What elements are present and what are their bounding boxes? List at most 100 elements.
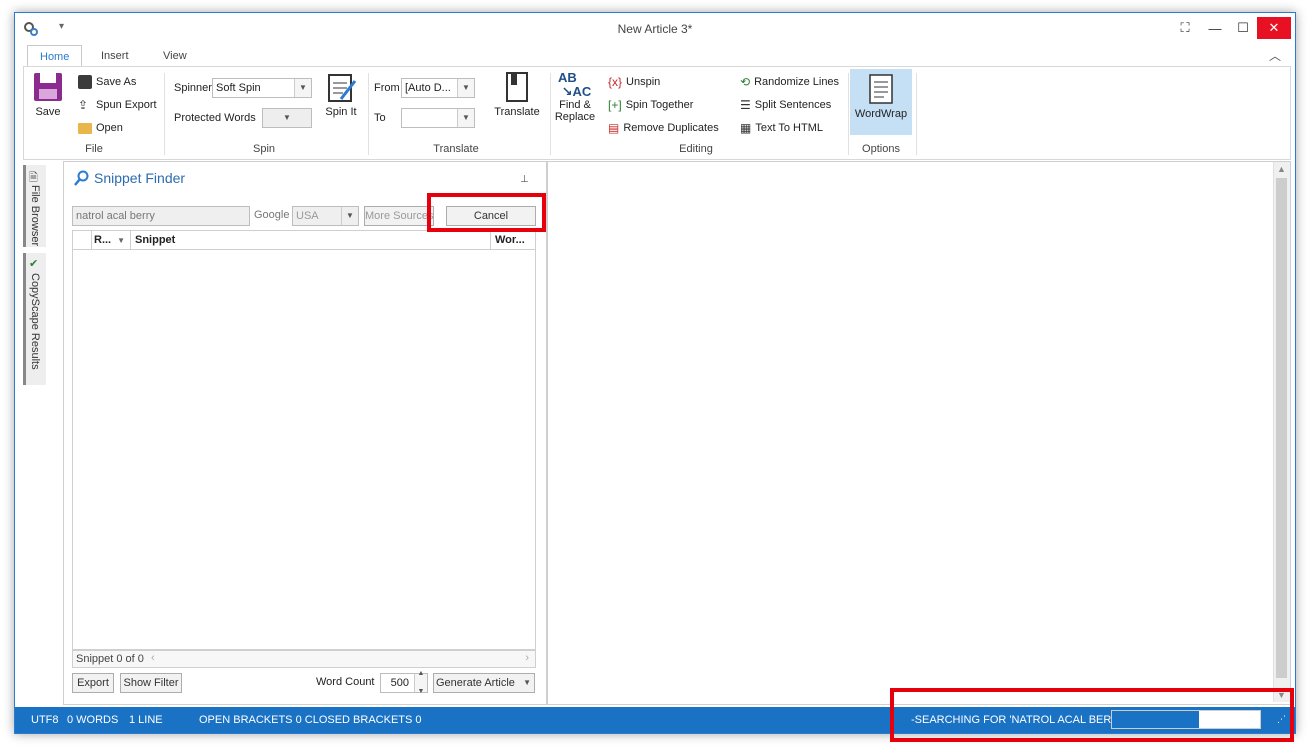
scroll-left-icon[interactable]: ‹ [151,652,155,664]
snippet-grid-body[interactable] [72,250,536,650]
save-button[interactable]: Save [30,71,66,121]
spinner-select[interactable]: Soft Spin ▼ [212,78,312,98]
show-filter-label: Show Filter [123,677,179,689]
spin-it-button[interactable]: Spin It [320,71,362,118]
more-sources-label: More Sources [365,210,434,222]
open-label: Open [96,122,123,134]
generate-article-button[interactable]: Generate Article ▼ [433,673,535,693]
ribbon: Save Save As ⇪ Spun Export Open File Spi… [23,66,1291,160]
ribbon-tabs: Home Insert View ︿ [15,45,1295,68]
group-separator [848,73,849,155]
unspin-button[interactable]: {x} Unspin [608,73,660,91]
country-select[interactable]: USA ▼ [292,206,359,226]
window-title: New Article 3* [617,22,693,36]
tab-view[interactable]: View [151,45,199,67]
unspin-icon: {x} [608,75,623,89]
chevron-down-icon: ▼ [263,109,311,127]
spin-together-button[interactable]: [+] Spin Together [608,96,693,114]
remove-duplicates-button[interactable]: ▤ Remove Duplicates [608,119,719,137]
minimize-icon: — [1208,20,1222,36]
group-label-translate: Translate [433,143,479,155]
side-tab-file-browser[interactable]: 🗎 File Browser [23,165,46,247]
save-as-icon [78,75,92,89]
word-count-value: 500 [390,677,409,689]
find-replace-label-line1: Find & [559,99,591,111]
word-count-stepper[interactable]: 500 ▲ ▼ [380,670,428,695]
stepper-icon: ▲ ▼ [414,670,427,695]
side-tab-copyscape-results[interactable]: ✔ CopyScape Results [23,253,46,385]
randomize-lines-label: Randomize Lines [754,76,840,88]
group-separator [550,73,551,155]
highlight-status-search [890,688,1294,742]
folder-icon [78,122,92,134]
status-brackets: OPEN BRACKETS 0 CLOSED BRACKETS 0 [199,714,422,726]
column-header-snippet[interactable]: Snippet [131,231,491,249]
protected-words-label: Protected Words [174,112,256,124]
randomize-lines-button[interactable]: ⟲ Randomize Lines [740,73,839,91]
export-button[interactable]: Export [72,673,114,693]
column-header-rank[interactable]: R... ▼ [91,231,131,249]
copyscape-icon: ✔ [29,258,39,270]
group-label-options: Options [862,143,900,155]
minimize-button[interactable]: — [1201,17,1229,39]
book-icon [506,72,528,102]
snippet-grid-footer: Snippet 0 of 0 ‹ › [72,650,536,668]
translate-label: Translate [494,106,540,118]
generate-article-label: Generate Article [436,677,515,689]
ab-ac-icon: AB ↘AC [558,70,592,99]
tab-insert[interactable]: Insert [89,45,141,67]
save-label: Save [35,106,61,118]
search-input-value: natrol acal berry [76,210,155,222]
split-sentences-button[interactable]: ☰ Split Sentences [740,96,831,114]
unspin-label: Unspin [626,76,661,88]
sort-down-icon: ▼ [117,236,126,245]
save-as-label: Save As [96,76,137,88]
status-encoding: UTF8 [31,714,59,726]
search-input[interactable]: natrol acal berry [72,206,250,226]
group-separator [916,73,917,155]
close-icon: ✕ [1268,20,1280,35]
open-button[interactable]: Open [78,119,123,137]
scroll-up-icon[interactable]: ▲ [1277,164,1286,174]
notepad-pen-icon [328,74,357,102]
fullscreen-button[interactable]: ⛶ [1171,17,1199,39]
scrollbar-thumb[interactable] [1276,178,1287,678]
status-line-count: 1 LINE [129,714,163,726]
group-label-editing: Editing [679,143,713,155]
scroll-right-icon[interactable]: › [525,652,529,664]
from-language-select[interactable]: [Auto D... ▼ [401,78,475,98]
to-language-select[interactable]: ▼ [401,108,475,128]
pin-icon[interactable]: ⊥ [520,174,529,185]
text-to-html-button[interactable]: ▦ Text To HTML [740,119,823,137]
wordwrap-toggle[interactable]: WordWrap [850,69,912,135]
save-as-button[interactable]: Save As [78,73,136,91]
maximize-button[interactable]: ☐ [1229,17,1257,39]
text-to-html-label: Text To HTML [755,122,823,134]
status-word-count: 0 WORDS [67,714,119,726]
search-icon [74,170,89,186]
collapse-ribbon-icon[interactable]: ︿ [1269,47,1281,64]
tab-home[interactable]: Home [27,45,83,68]
split-sentences-label: Split Sentences [754,99,832,111]
split-sentences-icon: ☰ [740,98,751,112]
article-editor[interactable]: ▲ ▼ [547,161,1291,705]
maximize-icon: ☐ [1237,20,1249,35]
wordwrap-label: WordWrap [854,108,908,120]
show-filter-button[interactable]: Show Filter [120,673,182,693]
find-replace-button[interactable]: AB ↘AC Find & Replace [554,70,596,124]
fullscreen-icon: ⛶ [1180,20,1190,35]
editor-vertical-scrollbar[interactable]: ▲ ▼ [1273,162,1290,702]
column-header-words[interactable]: Wor... [491,231,535,249]
protected-words-dropdown[interactable]: ▼ [262,108,312,128]
spun-export-label: Spun Export [96,99,157,111]
chevron-down-icon: ▼ [457,109,474,127]
snippet-count: Snippet 0 of 0 [76,653,144,665]
side-tab-copyscape-label: CopyScape Results [29,273,41,370]
more-sources-button[interactable]: More Sources [364,206,434,226]
translate-button[interactable]: Translate [490,71,544,118]
spin-together-label: Spin Together [625,99,694,111]
spun-export-button[interactable]: ⇪ Spun Export [78,96,157,114]
chevron-down-icon: ▼ [294,79,311,97]
spin-it-label: Spin It [325,106,357,118]
close-button[interactable]: ✕ [1257,17,1291,39]
